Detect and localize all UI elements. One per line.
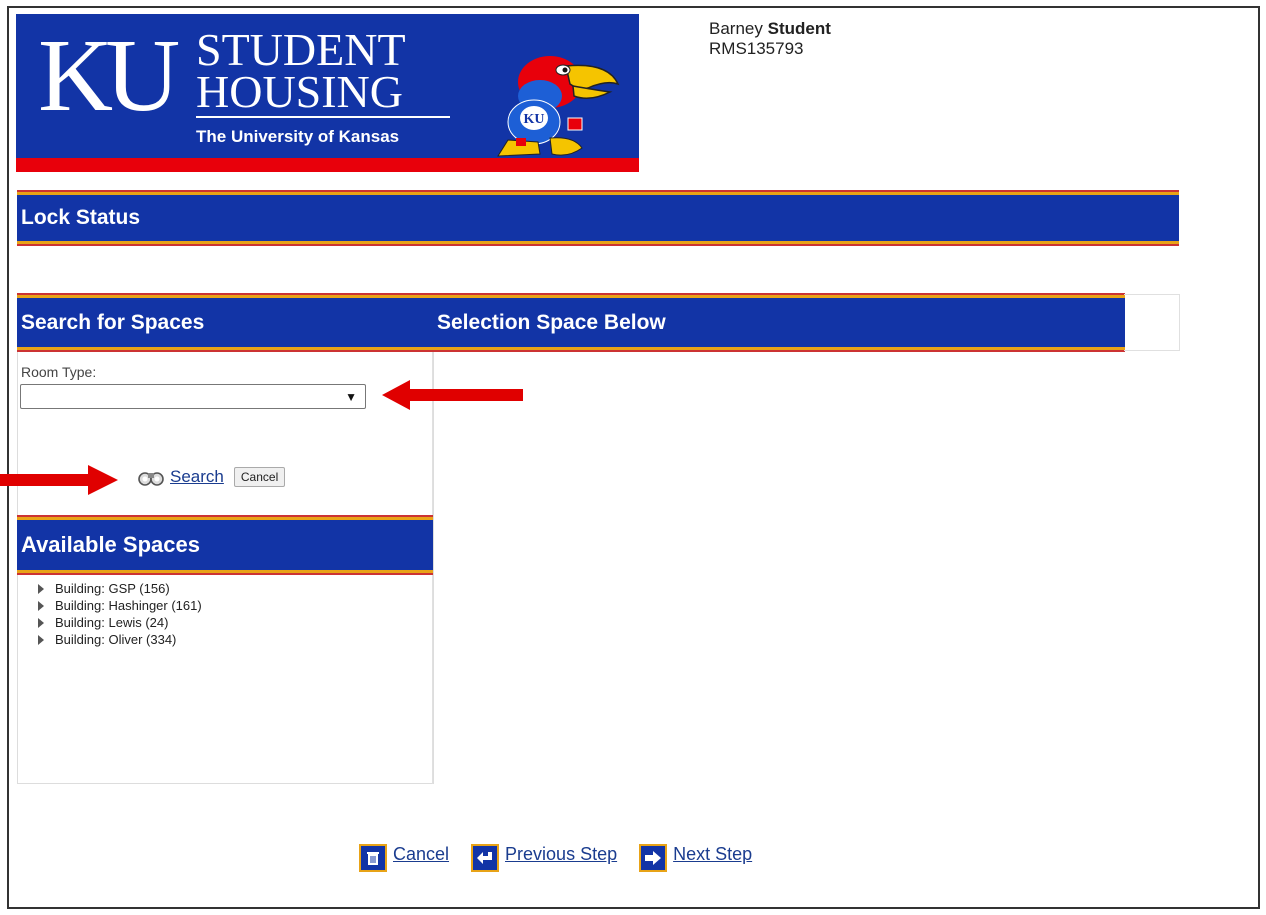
user-first-name: Barney — [709, 19, 763, 38]
room-type-select[interactable]: ▼ — [20, 384, 366, 409]
jayhawk-mascot-icon: KU — [497, 56, 620, 157]
annotation-arrow-left-icon — [382, 380, 523, 410]
expand-arrow-icon[interactable] — [38, 634, 44, 645]
expand-arrow-icon[interactable] — [38, 600, 44, 611]
tree-item-hashinger[interactable]: Building: Hashinger (161) — [38, 597, 202, 614]
trash-icon[interactable] — [359, 844, 387, 872]
room-type-label: Room Type: — [21, 364, 97, 380]
available-spaces-header: Available Spaces — [17, 517, 433, 573]
banner-university-text: The University of Kansas — [196, 127, 400, 146]
banner-rule — [196, 116, 450, 118]
ku-logo-text: KU — [38, 18, 180, 133]
mascot-ku-badge: KU — [524, 112, 545, 127]
tree-item-lewis[interactable]: Building: Lewis (24) — [38, 614, 202, 631]
ku-student-housing-banner: KU STUDENT HOUSING The University of Kan… — [16, 14, 639, 172]
user-name: Barney Student — [709, 19, 831, 39]
expand-arrow-icon[interactable] — [38, 583, 44, 594]
tree-item-label: Building: Hashinger (161) — [55, 598, 202, 613]
tree-item-label: Building: Oliver (334) — [55, 632, 177, 647]
page-title: Lock Status — [21, 206, 141, 229]
search-panel-title: Search for Spaces — [21, 310, 205, 334]
expand-arrow-icon[interactable] — [38, 617, 44, 628]
binoculars-icon[interactable] — [136, 467, 166, 487]
footer-nav: Cancel Previous Step Next Step — [359, 840, 774, 872]
tree-item-label: Building: GSP (156) — [55, 581, 170, 596]
footer-cancel[interactable]: Cancel — [359, 840, 449, 872]
tree-item-gsp[interactable]: Building: GSP (156) — [38, 580, 202, 597]
available-spaces-title: Available Spaces — [21, 532, 200, 557]
user-last-name: Student — [767, 19, 831, 38]
chevron-down-icon: ▼ — [345, 390, 357, 404]
annotation-arrow-right-icon — [0, 465, 118, 495]
back-arrow-icon[interactable] — [471, 844, 500, 872]
user-id: RMS135793 — [709, 39, 804, 58]
search-link[interactable]: Search — [170, 467, 224, 487]
selection-panel-title: Selection Space Below — [437, 310, 666, 334]
footer-next[interactable]: Next Step — [639, 840, 752, 872]
tree-item-label: Building: Lewis (24) — [55, 615, 169, 630]
footer-previous[interactable]: Previous Step — [471, 840, 617, 872]
user-info: Barney Student RMS135793 — [709, 19, 831, 59]
search-controls: Search Cancel — [136, 467, 286, 487]
footer-cancel-link[interactable]: Cancel — [393, 844, 449, 865]
previous-step-link[interactable]: Previous Step — [505, 844, 617, 865]
forward-arrow-icon[interactable] — [639, 844, 668, 872]
search-panel-header: Search for Spaces — [17, 295, 433, 350]
page-title-bar: Lock Status — [17, 192, 1179, 244]
next-step-link[interactable]: Next Step — [673, 844, 752, 865]
selection-panel-header: Selection Space Below — [433, 295, 1125, 350]
available-spaces-tree: Building: GSP (156) Building: Hashinger … — [38, 580, 202, 648]
tree-item-oliver[interactable]: Building: Oliver (334) — [38, 631, 202, 648]
banner-housing-text: HOUSING — [196, 66, 403, 117]
selection-header-empty-cell — [1124, 294, 1180, 351]
search-cancel-button[interactable]: Cancel — [233, 467, 286, 487]
banner-red-stripe — [16, 158, 639, 172]
